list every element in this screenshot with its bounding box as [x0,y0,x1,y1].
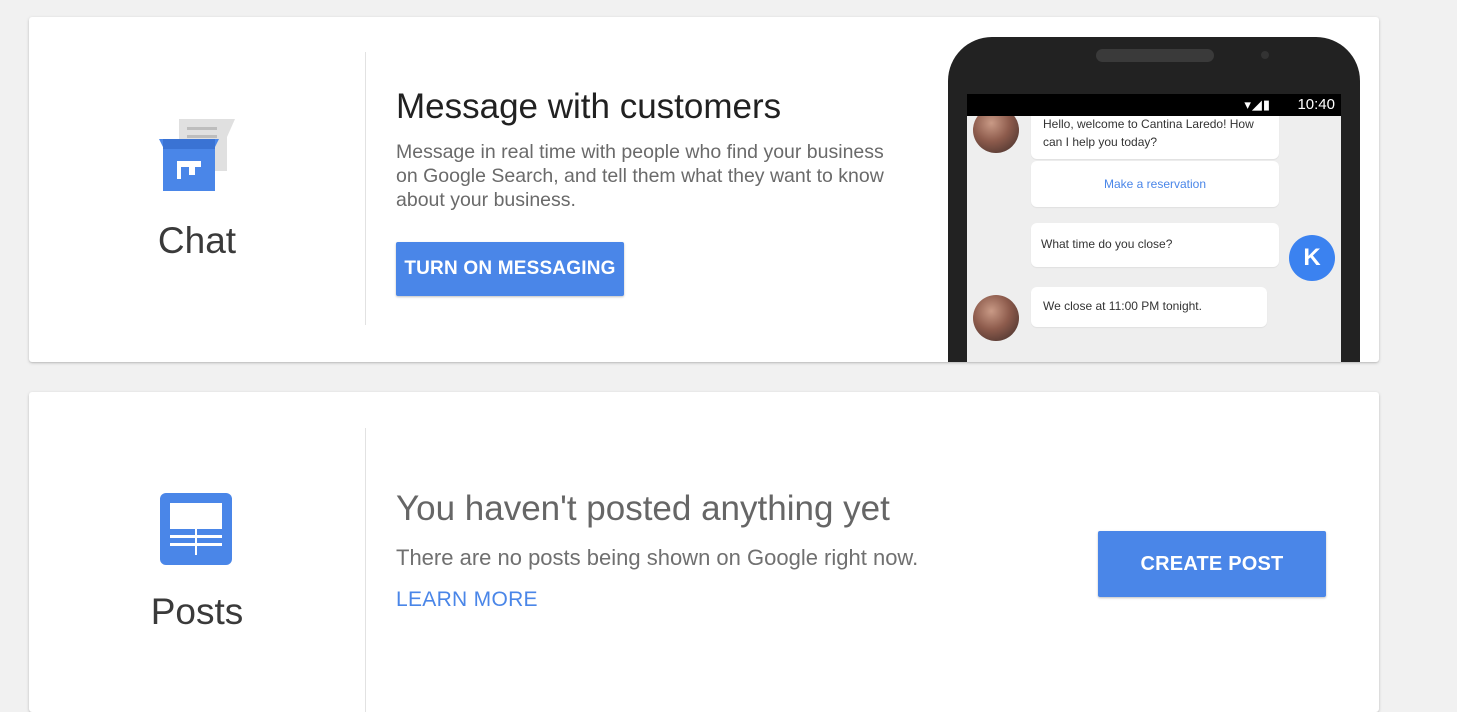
reply-message: We close at 11:00 PM tonight. [1031,287,1267,327]
posts-card: Posts You haven't posted anything yet Th… [29,392,1379,712]
create-post-button[interactable]: CREATE POST [1098,531,1326,597]
posts-label: Posts [150,591,244,632]
phone-illustration: Hello, welcome to Cantina Laredo! How ca… [948,37,1360,362]
make-reservation-chip: Make a reservation [1031,161,1279,207]
posts-description: There are no posts being shown on Google… [396,545,919,570]
card-divider [365,52,366,325]
business-avatar-2 [973,295,1019,341]
card-divider [365,428,366,712]
user-avatar: K [1289,235,1335,281]
posts-title: You haven't posted anything yet [396,489,890,528]
chat-store-icon [159,119,235,191]
chat-title: Message with customers [396,87,782,126]
status-icons: ▾◢▮ [1244,97,1271,112]
posts-icon [160,493,232,565]
phone-status-bar: ▾◢▮ 10:40 [967,94,1341,116]
chat-card: Chat Message with customers Message in r… [29,17,1379,362]
chat-description: Message in real time with people who fin… [396,141,884,211]
status-time: 10:40 [1297,96,1335,113]
user-question-message: What time do you close? [1031,223,1279,267]
learn-more-link[interactable]: LEARN MORE [396,588,538,612]
phone-screen: Hello, welcome to Cantina Laredo! How ca… [967,97,1341,362]
phone-camera [1261,51,1269,59]
phone-speaker [1096,49,1214,62]
chat-label: Chat [157,220,237,261]
turn-on-messaging-button[interactable]: TURN ON MESSAGING [396,242,624,296]
